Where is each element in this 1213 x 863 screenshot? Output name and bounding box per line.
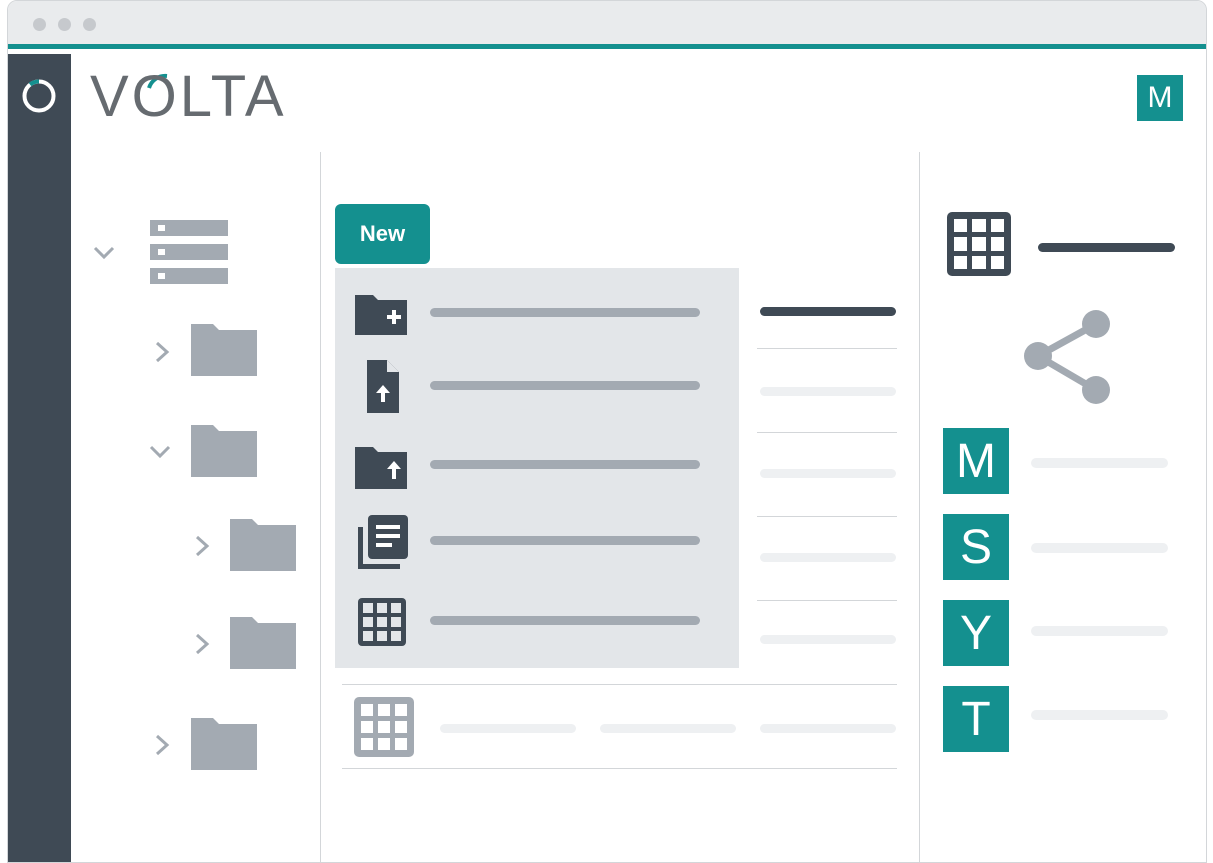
window-dot-minimize[interactable] <box>58 18 71 31</box>
menu-item-label <box>430 616 700 625</box>
list-item-placeholder <box>760 387 896 396</box>
row-cell-placeholder <box>600 724 736 733</box>
new-button[interactable]: New <box>335 204 430 264</box>
list-divider <box>757 516 897 517</box>
list-divider <box>757 600 897 601</box>
app-logo[interactable]: VOLTA <box>90 66 287 128</box>
tree-divider <box>320 152 321 863</box>
app-sidebar <box>8 54 71 862</box>
list-item-placeholder <box>760 635 896 644</box>
table-grid-icon[interactable] <box>352 695 416 759</box>
folder-icon[interactable] <box>191 425 257 477</box>
menu-item-upload-file[interactable] <box>335 352 739 422</box>
list-divider <box>757 348 897 349</box>
logo-text: VOLTA <box>90 64 287 129</box>
share-icon[interactable] <box>1020 308 1112 408</box>
folder-icon[interactable] <box>230 617 296 669</box>
folder-icon[interactable] <box>230 519 296 571</box>
chevron-right-icon[interactable] <box>190 632 214 656</box>
member-name-placeholder <box>1031 626 1168 636</box>
folder-upload-icon <box>355 447 407 489</box>
chevron-down-icon[interactable] <box>148 440 172 464</box>
volta-ring-icon[interactable] <box>21 78 57 114</box>
menu-item-label <box>430 536 700 545</box>
member-name-placeholder <box>1031 710 1168 720</box>
member-avatar-y[interactable]: Y <box>943 600 1009 666</box>
window-dot-close[interactable] <box>33 18 46 31</box>
user-avatar[interactable]: M <box>1137 75 1183 121</box>
chevron-right-icon[interactable] <box>150 733 174 757</box>
folder-add-icon <box>355 295 407 335</box>
list-divider <box>757 432 897 433</box>
menu-item-upload-folder[interactable] <box>335 432 739 502</box>
list-item-title[interactable] <box>760 307 896 316</box>
member-avatar-s[interactable]: S <box>943 514 1009 580</box>
table-grid-icon <box>358 598 406 646</box>
list-divider <box>342 684 897 685</box>
details-divider <box>919 152 920 863</box>
window-dot-maximize[interactable] <box>83 18 96 31</box>
table-grid-icon[interactable] <box>947 212 1011 276</box>
file-upload-icon <box>367 360 399 413</box>
folder-icon[interactable] <box>191 718 257 770</box>
new-dropdown-menu <box>335 268 739 668</box>
row-cell-placeholder <box>440 724 576 733</box>
member-avatar-m[interactable]: M <box>943 428 1009 494</box>
menu-item-label <box>430 308 700 317</box>
list-item-placeholder <box>760 469 896 478</box>
document-stack-icon <box>358 515 408 569</box>
row-cell-placeholder <box>760 724 896 733</box>
member-name-placeholder <box>1031 543 1168 553</box>
menu-item-label <box>430 381 700 390</box>
menu-item-new-folder[interactable] <box>335 280 739 350</box>
list-item-placeholder <box>760 553 896 562</box>
member-avatar-t[interactable]: T <box>943 686 1009 752</box>
chevron-down-icon[interactable] <box>92 241 116 265</box>
list-divider <box>342 768 897 769</box>
menu-item-new-document[interactable] <box>335 508 739 578</box>
title-bar <box>8 1 1206 49</box>
chevron-right-icon[interactable] <box>190 534 214 558</box>
member-name-placeholder <box>1031 458 1168 468</box>
menu-item-new-table[interactable] <box>335 588 739 658</box>
menu-item-label <box>430 460 700 469</box>
chevron-right-icon[interactable] <box>150 340 174 364</box>
details-title <box>1038 243 1175 252</box>
server-icon[interactable] <box>150 220 228 284</box>
folder-icon[interactable] <box>191 324 257 376</box>
